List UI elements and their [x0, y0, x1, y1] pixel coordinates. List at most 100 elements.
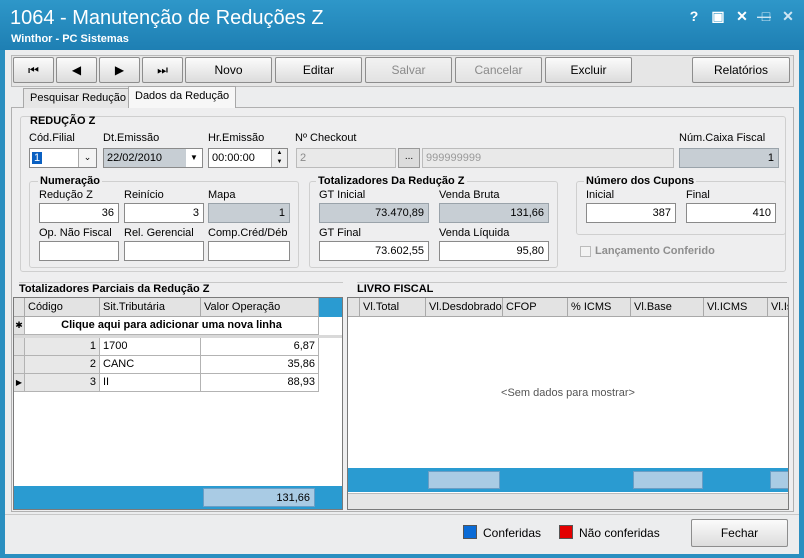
row-indicator [14, 356, 25, 374]
col-vl-icms[interactable]: Vl.ICMS [704, 298, 768, 317]
rel-gerencial-field[interactable] [124, 241, 204, 261]
comp-cred-label: Comp.Créd/Déb [208, 227, 288, 239]
table-row-valor[interactable]: 35,86 [201, 356, 319, 374]
mapa-field: 1 [208, 203, 290, 223]
first-record-button[interactable]: ⏮ [13, 57, 54, 83]
spin-down-icon[interactable]: ▼ [271, 158, 287, 167]
nao-conferidas-legend-swatch [559, 525, 573, 539]
last-record-button[interactable]: ⏭ [142, 57, 183, 83]
col-vl-base[interactable]: Vl.Base [631, 298, 704, 317]
prev-record-button[interactable]: ◀ [56, 57, 97, 83]
parciais-total: 131,66 [203, 488, 315, 507]
livro-footer-cell [770, 471, 788, 489]
cod-filial-label: Cód.Filial [29, 132, 75, 144]
grid-header-filler [319, 298, 342, 317]
comp-cred-field[interactable] [208, 241, 290, 261]
venda-liquida-label: Venda Líquida [439, 227, 510, 239]
col-valor-operacao[interactable]: Valor Operação [201, 298, 319, 317]
checkout-search-button[interactable]: ... [398, 148, 420, 168]
venda-bruta-field: 131,66 [439, 203, 549, 223]
numeracao-title: Numeração [38, 175, 102, 187]
current-row-arrow-icon: ▶ [14, 374, 25, 392]
close-small-icon[interactable]: ✕ [732, 8, 752, 24]
relatorios-button[interactable]: Relatórios [692, 57, 790, 83]
cupom-final-label: Final [686, 189, 710, 201]
cupom-inicial-field[interactable]: 387 [586, 203, 676, 223]
table-row-sit[interactable]: II [100, 374, 201, 392]
gt-inicial-field: 73.470,89 [319, 203, 429, 223]
checkout-description: 999999999 [422, 148, 674, 168]
cupom-inicial-label: Inicial [586, 189, 615, 201]
table-row-sit[interactable]: CANC [100, 356, 201, 374]
conferidas-legend-swatch [463, 525, 477, 539]
cancelar-button[interactable]: Cancelar [455, 57, 542, 83]
salvar-button[interactable]: Salvar [365, 57, 452, 83]
venda-liquida-field[interactable]: 95,80 [439, 241, 549, 261]
window-subtitle: Winthor - PC Sistemas [11, 33, 129, 45]
status-bar [5, 514, 799, 554]
window-title: 1064 - Manutenção de Reduções Z [10, 7, 324, 29]
gt-inicial-label: GT Inicial [319, 189, 366, 201]
num-caixa-label: Núm.Caixa Fiscal [679, 132, 766, 144]
calendar-dropdown-icon[interactable]: ▼ [186, 149, 202, 167]
table-row-valor[interactable]: 88,93 [201, 374, 319, 392]
col-sit-tributaria[interactable]: Sit.Tributária [100, 298, 201, 317]
lancamento-checkbox[interactable] [580, 246, 591, 257]
table-row-sit[interactable]: 1700 [100, 338, 201, 356]
col-codigo[interactable]: Código [25, 298, 100, 317]
tab-pesquisar[interactable]: Pesquisar Redução [23, 88, 134, 108]
parciais-divider [19, 282, 343, 283]
excluir-button[interactable]: Excluir [545, 57, 632, 83]
col-vl-is[interactable]: Vl.Is [768, 298, 788, 317]
livro-divider [357, 282, 787, 283]
op-nao-fiscal-label: Op. Não Fiscal [39, 227, 112, 239]
reducao-section-title: REDUÇÃO Z [30, 115, 96, 127]
reinicio-field[interactable]: 3 [124, 203, 204, 223]
rel-gerencial-label: Rel. Gerencial [124, 227, 194, 239]
col-vl-desdobrado[interactable]: Vl.Desdobrado [426, 298, 503, 317]
close-icon[interactable]: ✕ [778, 8, 798, 24]
reducao-z-label: Redução Z [39, 189, 93, 201]
maximize-icon[interactable]: □ [756, 8, 776, 24]
checkout-label: Nº Checkout [295, 132, 357, 144]
table-row-codigo[interactable]: 1 [25, 338, 100, 356]
gt-final-field[interactable]: 73.602,55 [319, 241, 429, 261]
dt-emissao-label: Dt.Emissão [103, 132, 160, 144]
op-nao-fiscal-field[interactable] [39, 241, 119, 261]
table-row-valor[interactable]: 6,87 [201, 338, 319, 356]
restore-icon[interactable]: ▣ [708, 8, 728, 24]
chevron-down-icon[interactable]: ⌄ [78, 149, 96, 167]
cupom-final-field[interactable]: 410 [686, 203, 776, 223]
num-caixa-field: 1 [679, 148, 779, 168]
grid-corner [14, 298, 25, 317]
table-row-codigo[interactable]: 3 [25, 374, 100, 392]
nao-conferidas-legend-label: Não conferidas [579, 526, 660, 540]
row-indicator [14, 338, 25, 356]
lancamento-label: Lançamento Conferido [595, 245, 715, 257]
checkout-field[interactable]: 2 [296, 148, 396, 168]
cupons-title: Número dos Cupons [584, 175, 697, 187]
horizontal-scrollbar[interactable] [348, 493, 788, 509]
editar-button[interactable]: Editar [275, 57, 362, 83]
fechar-button[interactable]: Fechar [691, 519, 788, 547]
parciais-title: Totalizadores Parciais da Redução Z [19, 283, 210, 295]
col-icms-pct[interactable]: % ICMS [568, 298, 631, 317]
col-vl-total[interactable]: Vl.Total [360, 298, 426, 317]
tab-dados[interactable]: Dados da Redução [128, 86, 237, 108]
gt-final-label: GT Final [319, 227, 361, 239]
hr-emissao-label: Hr.Emissão [208, 132, 265, 144]
livro-footer-cell [428, 471, 500, 489]
spin-up-icon[interactable]: ▲ [271, 149, 287, 158]
reducao-z-field[interactable]: 36 [39, 203, 119, 223]
novo-button[interactable]: Novo [185, 57, 272, 83]
livro-footer-cell [633, 471, 703, 489]
help-icon[interactable]: ? [684, 8, 704, 24]
next-record-button[interactable]: ▶ [99, 57, 140, 83]
reinicio-label: Reinício [124, 189, 164, 201]
add-new-row[interactable]: Clique aqui para adicionar uma nova linh… [25, 317, 319, 335]
empty-message: <Sem dados para mostrar> [501, 387, 635, 399]
livro-title: LIVRO FISCAL [357, 283, 434, 295]
mapa-label: Mapa [208, 189, 236, 201]
table-row-codigo[interactable]: 2 [25, 356, 100, 374]
col-cfop[interactable]: CFOP [503, 298, 568, 317]
